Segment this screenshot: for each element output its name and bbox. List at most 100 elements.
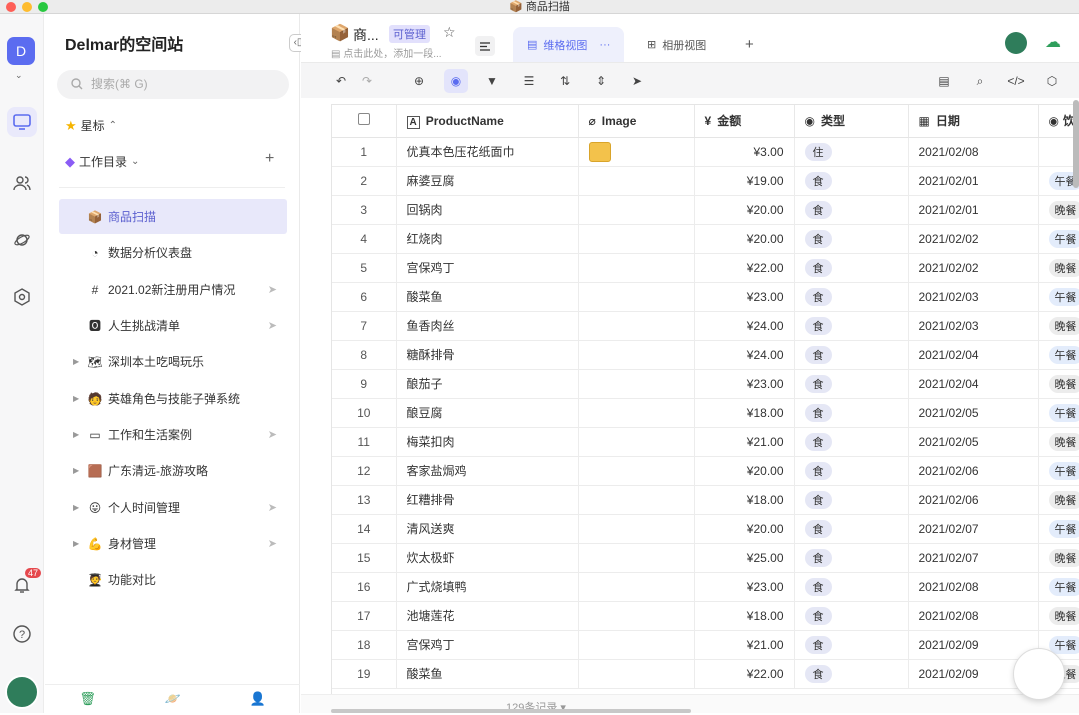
more-dots-icon[interactable]: ··· xyxy=(599,39,610,51)
cell-type[interactable]: 住 xyxy=(794,137,908,166)
cell-amount[interactable]: ¥21.00 xyxy=(694,630,794,659)
row-number[interactable]: 4 xyxy=(332,224,396,253)
cell-amount[interactable]: ¥18.00 xyxy=(694,398,794,427)
row-number[interactable]: 7 xyxy=(332,311,396,340)
cell-amount[interactable]: ¥21.00 xyxy=(694,427,794,456)
cell-image[interactable] xyxy=(578,282,694,311)
sidebar-node-item[interactable]: ◔数据分析仪表盘 xyxy=(59,235,287,270)
widget-cube-icon[interactable]: ⬡ xyxy=(1040,69,1064,93)
cell-meal[interactable]: 晚餐 xyxy=(1038,485,1079,514)
help-icon[interactable]: ? xyxy=(7,619,37,649)
cell-date[interactable]: 2021/02/08 xyxy=(908,137,1038,166)
cell-meal[interactable]: 午餐 xyxy=(1038,340,1079,369)
cell-amount[interactable]: ¥24.00 xyxy=(694,311,794,340)
cell-type[interactable]: 食 xyxy=(794,572,908,601)
cell-amount[interactable]: ¥25.00 xyxy=(694,543,794,572)
cell-date[interactable]: 2021/02/03 xyxy=(908,311,1038,340)
cell-productname[interactable]: 优真本色压花纸面巾 xyxy=(396,137,578,166)
cell-amount[interactable]: ¥20.00 xyxy=(694,514,794,543)
cell-date[interactable]: 2021/02/09 xyxy=(908,630,1038,659)
cell-amount[interactable]: ¥22.00 xyxy=(694,659,794,688)
cell-productname[interactable]: 酿茄子 xyxy=(396,369,578,398)
cell-date[interactable]: 2021/02/06 xyxy=(908,485,1038,514)
expand-arrow-icon[interactable]: ▶ xyxy=(73,503,79,512)
column-header-amount[interactable]: ¥金额 xyxy=(694,105,794,137)
expand-arrow-icon[interactable]: ▶ xyxy=(73,357,79,366)
cell-amount[interactable]: ¥20.00 xyxy=(694,456,794,485)
table-row[interactable]: 14清风送爽¥20.00食2021/02/07午餐 xyxy=(332,514,1079,543)
column-header-productname[interactable]: AProductName xyxy=(396,105,578,137)
cell-productname[interactable]: 梅菜扣肉 xyxy=(396,427,578,456)
table-row[interactable]: 3回锅肉¥20.00食2021/02/01晚餐 xyxy=(332,195,1079,224)
cell-date[interactable]: 2021/02/01 xyxy=(908,195,1038,224)
cell-image[interactable] xyxy=(578,659,694,688)
vertical-scrollbar[interactable] xyxy=(1073,100,1079,188)
row-number[interactable]: 19 xyxy=(332,659,396,688)
cell-productname[interactable]: 红烧肉 xyxy=(396,224,578,253)
table-row[interactable]: 13红糟排骨¥18.00食2021/02/06晚餐 xyxy=(332,485,1079,514)
add-record-icon[interactable]: ⊕ xyxy=(407,69,431,93)
sidebar-node-item[interactable]: 🅾人生挑战清单➤ xyxy=(59,308,287,343)
column-header-type[interactable]: ◉类型 xyxy=(794,105,908,137)
cell-type[interactable]: 食 xyxy=(794,398,908,427)
cell-type[interactable]: 食 xyxy=(794,282,908,311)
cell-productname[interactable]: 红糟排骨 xyxy=(396,485,578,514)
cell-date[interactable]: 2021/02/01 xyxy=(908,166,1038,195)
workspace-chevron-icon[interactable]: ⌄ xyxy=(15,70,23,81)
explore-planet-icon[interactable] xyxy=(7,225,37,255)
cell-amount[interactable]: ¥23.00 xyxy=(694,572,794,601)
cell-amount[interactable]: ¥18.00 xyxy=(694,485,794,514)
cell-type[interactable]: 食 xyxy=(794,340,908,369)
cell-image[interactable] xyxy=(578,630,694,659)
form-icon[interactable]: ▤ xyxy=(932,69,956,93)
cell-date[interactable]: 2021/02/08 xyxy=(908,601,1038,630)
api-code-icon[interactable]: </> xyxy=(1004,69,1028,93)
cell-meal[interactable]: 晚餐 xyxy=(1038,543,1079,572)
row-number[interactable]: 1 xyxy=(332,137,396,166)
cell-meal[interactable]: 午餐 xyxy=(1038,398,1079,427)
sidebar-node-item[interactable]: ▶🧑英雄角色与技能子弹系统 xyxy=(59,381,287,416)
sidebar-node-item[interactable]: 📦商品扫描 xyxy=(59,199,287,234)
row-number[interactable]: 5 xyxy=(332,253,396,282)
cell-date[interactable]: 2021/02/05 xyxy=(908,398,1038,427)
cell-image[interactable] xyxy=(578,340,694,369)
cell-image[interactable] xyxy=(578,137,694,166)
row-number[interactable]: 3 xyxy=(332,195,396,224)
column-header-image[interactable]: ⌀Image xyxy=(578,105,694,137)
sidebar-node-item[interactable]: #2021.02新注册用户情况➤ xyxy=(59,272,287,307)
table-row[interactable]: 5宫保鸡丁¥22.00食2021/02/02晚餐 xyxy=(332,253,1079,282)
cell-image[interactable] xyxy=(578,572,694,601)
cell-productname[interactable]: 宫保鸡丁 xyxy=(396,630,578,659)
row-height-icon[interactable]: ⇕ xyxy=(589,69,613,93)
invite-member-icon[interactable]: 👤 xyxy=(249,691,265,707)
cell-amount[interactable]: ¥20.00 xyxy=(694,195,794,224)
table-row[interactable]: 17池塘莲花¥18.00食2021/02/08晚餐 xyxy=(332,601,1079,630)
row-number[interactable]: 10 xyxy=(332,398,396,427)
cell-image[interactable] xyxy=(578,398,694,427)
share-icon[interactable]: ➤ xyxy=(268,537,277,550)
redo-icon[interactable]: ↷ xyxy=(355,69,379,93)
cell-meal[interactable]: 晚餐 xyxy=(1038,427,1079,456)
table-row[interactable]: 2麻婆豆腐¥19.00食2021/02/01午餐 xyxy=(332,166,1079,195)
cell-productname[interactable]: 宫保鸡丁 xyxy=(396,253,578,282)
row-number[interactable]: 8 xyxy=(332,340,396,369)
cell-type[interactable]: 食 xyxy=(794,369,908,398)
cell-image[interactable] xyxy=(578,427,694,456)
table-row[interactable]: 4红烧肉¥20.00食2021/02/02午餐 xyxy=(332,224,1079,253)
cell-meal[interactable]: 午餐 xyxy=(1038,456,1079,485)
share-icon[interactable]: ➤ xyxy=(268,283,277,296)
table-row[interactable]: 7鱼香肉丝¥24.00食2021/02/03晚餐 xyxy=(332,311,1079,340)
tab-gallery-view[interactable]: ⊞ 相册视图 xyxy=(647,27,706,62)
cell-type[interactable]: 食 xyxy=(794,166,908,195)
cell-type[interactable]: 食 xyxy=(794,253,908,282)
minimize-window-button[interactable] xyxy=(22,2,32,12)
horizontal-scrollbar[interactable] xyxy=(331,709,691,713)
sidebar-node-item[interactable]: ▶🗺深圳本土吃喝玩乐 xyxy=(59,344,287,379)
cell-meal[interactable]: 晚餐 xyxy=(1038,601,1079,630)
add-node-button[interactable]: + xyxy=(265,150,274,168)
group-icon[interactable]: ☰ xyxy=(517,69,541,93)
favorite-star-icon[interactable]: ☆ xyxy=(443,24,456,41)
cell-meal[interactable]: 午餐 xyxy=(1038,224,1079,253)
cell-productname[interactable]: 酸菜鱼 xyxy=(396,282,578,311)
table-row[interactable]: 18宫保鸡丁¥21.00食2021/02/09午餐 xyxy=(332,630,1079,659)
